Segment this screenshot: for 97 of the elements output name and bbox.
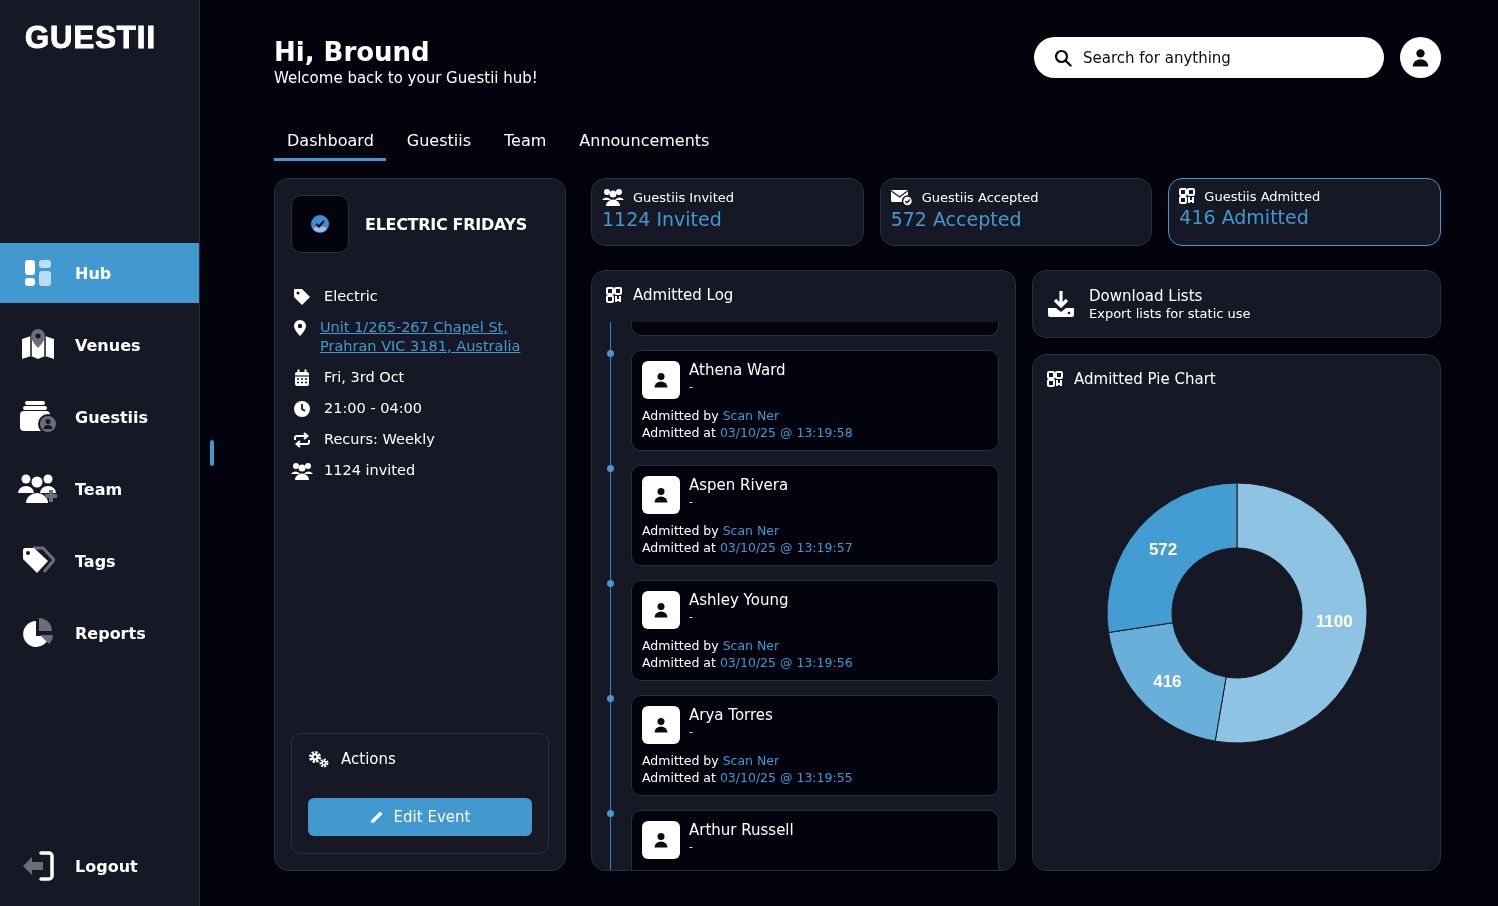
download-lists-button[interactable]: Download Lists Export lists for static use — [1032, 270, 1441, 338]
scanner-name: Scan Ner — [722, 408, 780, 423]
check-badge-icon — [310, 214, 330, 234]
guest-note: - — [689, 380, 694, 394]
person-icon — [653, 832, 669, 848]
scanner-name: Scan Ner — [722, 638, 780, 653]
scroll-indicator — [210, 440, 214, 466]
people-icon — [291, 462, 313, 480]
search-field[interactable]: Search for anything — [1034, 37, 1384, 78]
logout-button[interactable]: Logout — [0, 836, 199, 896]
tags-icon — [20, 546, 55, 576]
stat-label: Guestiis Invited — [633, 189, 735, 205]
nav-item[interactable]: Guestiis — [0, 387, 199, 447]
download-icon — [1047, 290, 1075, 318]
timeline-dot — [607, 695, 614, 702]
envelope-check-icon — [890, 188, 913, 206]
nav-item[interactable]: Venues — [0, 315, 199, 375]
location-pin-icon — [291, 319, 309, 337]
panel-title: Admitted Pie Chart — [1074, 370, 1216, 388]
admitted-by-label: Admitted by — [642, 638, 719, 653]
stat-card[interactable]: Guestiis Admitted 416 Admitted — [1168, 178, 1441, 246]
timeline-dot — [607, 810, 614, 817]
timeline-dot — [607, 350, 614, 357]
guest-note: - — [689, 495, 694, 509]
stat-card[interactable]: Guestiis Accepted 572 Accepted — [879, 178, 1153, 246]
time-text: 21:00 - 04:00 — [324, 399, 423, 418]
dashboard-icon — [22, 258, 53, 288]
qr-code-icon — [1179, 188, 1196, 204]
guest-name: Arthur Russell — [689, 821, 794, 840]
guest-note: - — [689, 725, 694, 739]
admitted-by-label: Admitted by — [642, 408, 719, 423]
stat-value: 1124 Invited — [602, 208, 723, 230]
address-link[interactable]: Unit 1/265-267 Chapel St, Prahran VIC 3181, Australia — [320, 318, 549, 356]
gears-icon — [308, 750, 330, 768]
tab[interactable]: Guestiis — [393, 130, 484, 161]
guest-note: - — [689, 840, 694, 854]
timeline-dot — [607, 465, 614, 472]
clock-icon — [293, 400, 311, 418]
logo: GUESTII — [24, 19, 156, 57]
guest-name: Aspen Rivera — [689, 476, 789, 495]
qr-code-icon — [1047, 371, 1063, 387]
admitted-at-label: Admitted at — [642, 540, 716, 555]
invited-count: 1124 invited — [324, 461, 416, 480]
card-stack-person-icon — [18, 401, 57, 433]
tab[interactable]: Dashboard — [274, 130, 386, 161]
timeline-dot — [607, 580, 614, 587]
admitted-timestamp: 03/10/25 @ 13:19:58 — [719, 425, 853, 440]
admitted-at-label: Admitted at — [642, 425, 716, 440]
admitted-timestamp: 03/10/25 @ 13:19:57 — [719, 540, 853, 555]
stat-card[interactable]: Guestiis Invited 1124 Invited — [591, 178, 864, 246]
nav-item[interactable]: Tags — [0, 531, 199, 591]
person-icon — [653, 717, 669, 733]
profile-button[interactable] — [1400, 37, 1441, 78]
scanner-name: Scan Ner — [722, 753, 780, 768]
admitted-at-label: Admitted at — [642, 655, 716, 670]
scanner-name: Scan Ner — [722, 523, 780, 538]
team-add-icon — [17, 473, 58, 505]
user-icon — [1411, 48, 1430, 67]
person-icon — [653, 602, 669, 618]
slice-label: 1100 — [1315, 611, 1353, 631]
stat-value: 416 Admitted — [1179, 206, 1310, 228]
category-text: Electric — [324, 287, 378, 306]
event-title: ELECTRIC FRIDAYS — [365, 214, 527, 234]
slice-label: 416 — [1152, 671, 1182, 691]
person-icon — [653, 487, 669, 503]
admitted-at-label: Admitted at — [642, 770, 716, 785]
actions-title: Actions — [341, 750, 396, 768]
stat-label: Guestiis Admitted — [1204, 188, 1321, 204]
guest-name: Athena Ward — [689, 361, 786, 380]
person-icon — [653, 372, 669, 388]
tab[interactable]: Team — [491, 130, 559, 161]
pencil-icon — [369, 810, 384, 824]
welcome-text: Welcome back to your Guestii hub! — [274, 68, 538, 88]
admitted-timestamp: 03/10/25 @ 13:19:56 — [719, 655, 853, 670]
tag-icon — [293, 288, 311, 306]
guest-note: - — [689, 610, 694, 624]
admitted-by-label: Admitted by — [642, 523, 719, 538]
admitted-by-label: Admitted by — [642, 753, 719, 768]
nav-item[interactable]: Team — [0, 459, 199, 519]
recurrence-text: Recurs: Weekly — [324, 430, 435, 449]
qr-code-icon — [606, 287, 622, 303]
panel-title: Admitted Log — [633, 286, 734, 304]
guest-name: Arya Torres — [689, 706, 773, 725]
repeat-icon — [293, 431, 311, 449]
greeting-title: Hi, Bround — [274, 36, 431, 68]
tab[interactable]: Announcements — [566, 130, 722, 161]
pie-chart-icon — [20, 617, 55, 649]
stat-value: 572 Accepted — [890, 208, 1023, 230]
date-text: Fri, 3rd Oct — [324, 368, 405, 387]
admitted-timestamp: 03/10/25 @ 13:19:55 — [719, 770, 853, 785]
slice-label: 572 — [1148, 539, 1177, 559]
stat-label: Guestiis Accepted — [921, 189, 1039, 205]
nav-item[interactable]: Reports — [0, 603, 199, 663]
people-icon — [602, 188, 624, 206]
map-pin-icon — [19, 329, 56, 361]
calendar-icon — [293, 369, 311, 387]
guest-name: Ashley Young — [689, 591, 789, 610]
